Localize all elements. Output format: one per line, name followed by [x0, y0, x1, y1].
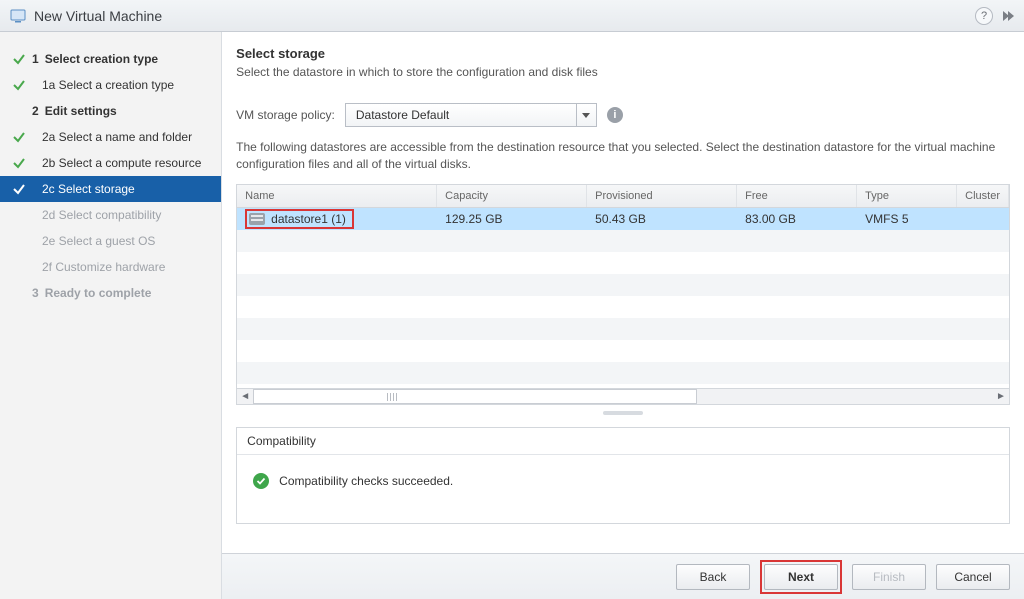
- compatibility-message: Compatibility checks succeeded.: [279, 474, 453, 488]
- step-2a-label: 2a Select a name and folder: [42, 130, 192, 144]
- col-free[interactable]: Free: [737, 185, 857, 207]
- step-2-label: Edit settings: [45, 104, 117, 118]
- step-2b-label: 2b Select a compute resource: [42, 156, 201, 170]
- col-cluster[interactable]: Cluster: [957, 185, 1009, 207]
- title-left: New Virtual Machine: [10, 8, 162, 24]
- step-1[interactable]: 1 Select creation type: [0, 46, 221, 72]
- table-row-empty: [237, 252, 1009, 274]
- cell-free: 83.00 GB: [737, 212, 857, 226]
- wizard-main: Select storage Select the datastore in w…: [222, 32, 1024, 599]
- table-row-empty: [237, 230, 1009, 252]
- step-2e-label: 2e Select a guest OS: [42, 234, 155, 248]
- check-icon: [10, 156, 28, 170]
- scroll-left-icon[interactable]: ◄: [237, 388, 253, 404]
- step-3-num: 3: [32, 286, 39, 300]
- datastore-name: datastore1 (1): [271, 212, 346, 226]
- highlight-box: Next: [760, 560, 842, 594]
- check-icon: [10, 52, 28, 66]
- storage-policy-select[interactable]: Datastore Default: [345, 103, 597, 127]
- next-button[interactable]: Next: [764, 564, 838, 590]
- step-2d-label: 2d Select compatibility: [42, 208, 161, 222]
- storage-policy-label: VM storage policy:: [236, 108, 335, 122]
- table-body: datastore1 (1) 129.25 GB 50.43 GB 83.00 …: [237, 208, 1009, 388]
- wizard-body: 1 Select creation type 1a Select a creat…: [0, 32, 1024, 599]
- table-row-empty: [237, 362, 1009, 384]
- scroll-thumb[interactable]: [253, 389, 697, 404]
- table-row[interactable]: datastore1 (1) 129.25 GB 50.43 GB 83.00 …: [237, 208, 1009, 230]
- storage-policy-value: Datastore Default: [346, 108, 576, 122]
- chevron-down-icon[interactable]: [576, 104, 596, 126]
- step-1a[interactable]: 1a Select a creation type: [0, 72, 221, 98]
- check-icon: [10, 78, 28, 92]
- titlebar: New Virtual Machine ?: [0, 0, 1024, 32]
- step-1-num: 1: [32, 52, 39, 66]
- step-2b[interactable]: 2b Select a compute resource: [0, 150, 221, 176]
- cell-name: datastore1 (1): [237, 209, 437, 229]
- info-icon[interactable]: i: [607, 107, 623, 123]
- cell-provisioned: 50.43 GB: [587, 212, 737, 226]
- col-provisioned[interactable]: Provisioned: [587, 185, 737, 207]
- step-2f-label: 2f Customize hardware: [42, 260, 165, 274]
- wizard-footer: Back Next Finish Cancel: [222, 553, 1024, 599]
- step-1a-label: 1a Select a creation type: [42, 78, 174, 92]
- col-name[interactable]: Name: [237, 185, 437, 207]
- step-2f: 2f Customize hardware: [0, 254, 221, 280]
- table-header: Name Capacity Provisioned Free Type Clus…: [237, 185, 1009, 208]
- page-description: The following datastores are accessible …: [236, 139, 1010, 174]
- cell-capacity: 129.25 GB: [437, 212, 587, 226]
- step-1-label: Select creation type: [45, 52, 158, 66]
- compatibility-body: Compatibility checks succeeded.: [237, 455, 1009, 523]
- step-2a[interactable]: 2a Select a name and folder: [0, 124, 221, 150]
- check-icon: [10, 182, 28, 196]
- window-title: New Virtual Machine: [34, 8, 162, 24]
- table-row-empty: [237, 318, 1009, 340]
- step-2[interactable]: 2 Edit settings: [0, 98, 221, 124]
- step-2d: 2d Select compatibility: [0, 202, 221, 228]
- step-3-label: Ready to complete: [45, 286, 152, 300]
- scroll-track[interactable]: [253, 389, 993, 404]
- scroll-right-icon[interactable]: ►: [993, 388, 1009, 404]
- wizard-sidebar: 1 Select creation type 1a Select a creat…: [0, 32, 222, 599]
- datastore-table: Name Capacity Provisioned Free Type Clus…: [236, 184, 1010, 405]
- vm-icon: [10, 8, 26, 24]
- back-button[interactable]: Back: [676, 564, 750, 590]
- step-2c-label: 2c Select storage: [42, 182, 135, 196]
- resize-handle[interactable]: [236, 409, 1010, 417]
- expand-icon[interactable]: [1003, 11, 1014, 21]
- storage-policy-row: VM storage policy: Datastore Default i: [236, 103, 1010, 127]
- page-subtitle: Select the datastore in which to store t…: [236, 65, 1010, 79]
- step-2-num: 2: [32, 104, 39, 118]
- step-2c[interactable]: 2c Select storage: [0, 176, 221, 202]
- horizontal-scrollbar[interactable]: ◄ ►: [237, 388, 1009, 404]
- help-icon[interactable]: ?: [975, 7, 993, 25]
- title-right: ?: [975, 7, 1014, 25]
- highlight-box: datastore1 (1): [245, 209, 354, 229]
- col-type[interactable]: Type: [857, 185, 957, 207]
- check-icon: [10, 130, 28, 144]
- compatibility-heading: Compatibility: [237, 428, 1009, 455]
- finish-button: Finish: [852, 564, 926, 590]
- cell-type: VMFS 5: [857, 212, 957, 226]
- page-heading: Select storage: [236, 46, 1010, 61]
- datastore-icon: [249, 213, 265, 225]
- success-icon: [253, 473, 269, 489]
- compatibility-panel: Compatibility Compatibility checks succe…: [236, 427, 1010, 524]
- step-2e: 2e Select a guest OS: [0, 228, 221, 254]
- table-row-empty: [237, 340, 1009, 362]
- cancel-button[interactable]: Cancel: [936, 564, 1010, 590]
- step-3: 3 Ready to complete: [0, 280, 221, 306]
- table-row-empty: [237, 274, 1009, 296]
- col-capacity[interactable]: Capacity: [437, 185, 587, 207]
- table-row-empty: [237, 296, 1009, 318]
